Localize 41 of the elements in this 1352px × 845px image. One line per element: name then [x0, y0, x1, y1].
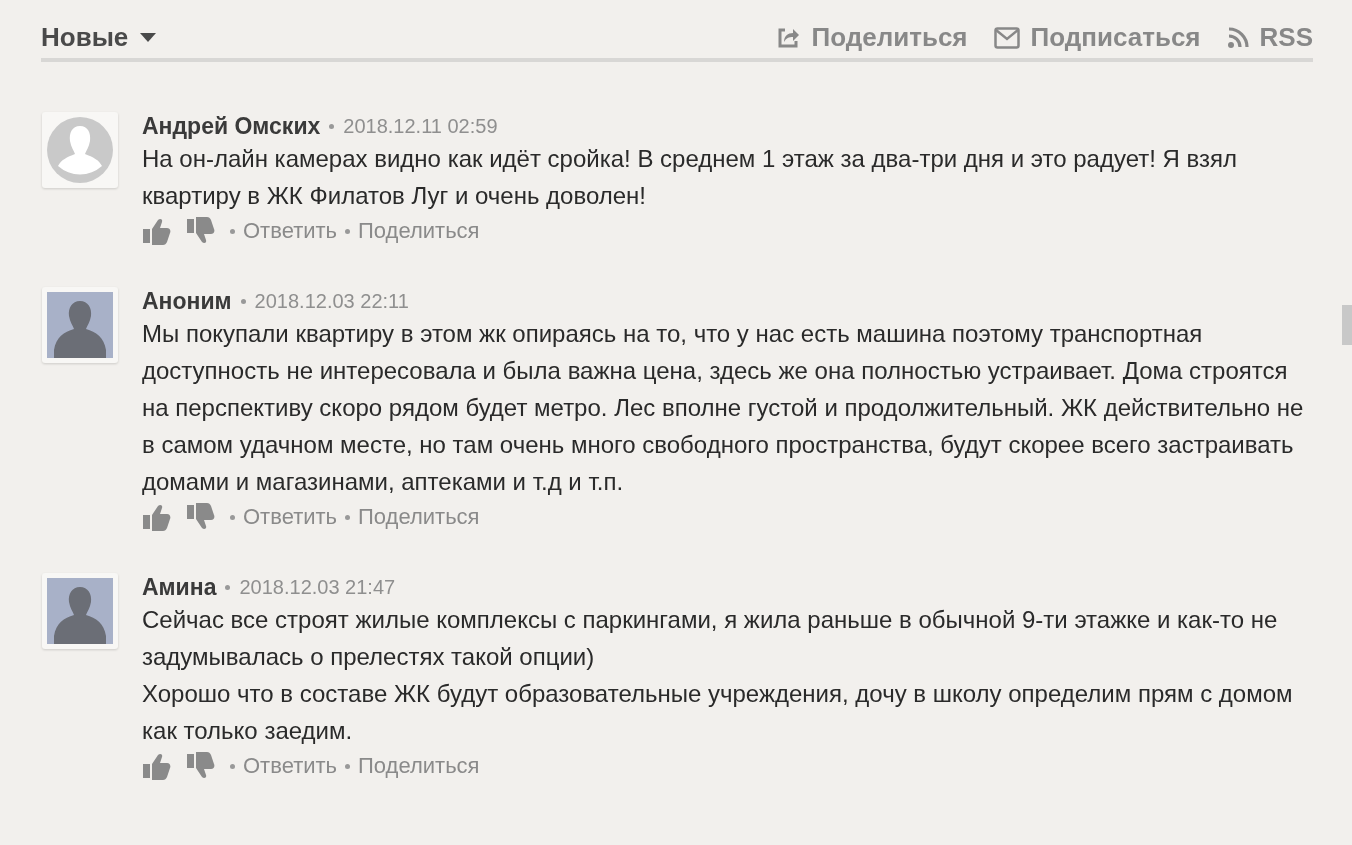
- separator-dot: [230, 763, 235, 769]
- share-link[interactable]: Поделиться: [358, 504, 480, 530]
- rss-link[interactable]: RSS: [1226, 22, 1313, 53]
- sort-dropdown[interactable]: Новые: [41, 22, 157, 53]
- separator-dot: [345, 228, 351, 234]
- share-link[interactable]: Поделиться: [358, 218, 480, 244]
- separator-dot: [345, 514, 351, 520]
- thumbs-up-icon[interactable]: [142, 217, 172, 245]
- comment-date[interactable]: 2018.12.11 02:59: [343, 112, 498, 140]
- comment-text: Мы покупали квартиру в этом жк опираясь на то, что у нас есть машина поэтому транспортная доступность не интересовала и была важна цена, здесь же она полностью устраивает. Дома строятся на перспективу скоро рядом будет метро. Лес вполне густой и продолжительный. ЖК действительно не в самом удачном месте, но там очень много свободного пространства, будут скорее всего застраивать домами и магазинами, аптеками и т.д и т.п.: [142, 319, 1305, 497]
- rss-icon: [1226, 26, 1249, 49]
- comment-text: Хорошо что в составе ЖК будут образовательные учреждения, дочу в школу определим прям с домом как только заедим.: [142, 679, 1294, 746]
- separator-dot: [329, 123, 335, 129]
- separator-dot: [230, 514, 235, 520]
- comment-text: Сейчас все строят жилые комплексы с паркингами, я жила раньше в обычной 9-ти этажке и как-то не задумывалась о прелестях такой опции): [142, 605, 1279, 672]
- share-link[interactable]: Поделиться: [358, 753, 480, 779]
- reply-link[interactable]: Ответить: [243, 504, 338, 530]
- separator-dot: [240, 298, 246, 304]
- separator-dot: [230, 228, 235, 234]
- share-link[interactable]: Поделиться: [776, 22, 968, 53]
- avatar-icon[interactable]: [42, 287, 118, 363]
- author-name[interactable]: Амина: [142, 573, 217, 601]
- thumbs-down-icon[interactable]: [186, 217, 216, 245]
- thumbs-down-icon[interactable]: [186, 503, 216, 531]
- scrollbar-thumb[interactable]: [1342, 305, 1352, 345]
- separator-dot: [225, 584, 231, 590]
- comment-date[interactable]: 2018.12.03 21:47: [239, 573, 396, 601]
- caret-icon: [140, 33, 157, 42]
- author-name[interactable]: Андрей Омских: [142, 112, 321, 140]
- avatar-icon[interactable]: [42, 573, 118, 649]
- envelope-icon: [993, 26, 1020, 49]
- reply-link[interactable]: Ответить: [243, 218, 338, 244]
- reply-link[interactable]: Ответить: [243, 753, 338, 779]
- separator-dot: [345, 763, 351, 769]
- thumbs-up-icon[interactable]: [142, 503, 172, 531]
- thumbs-up-icon[interactable]: [142, 752, 172, 780]
- subscribe-link[interactable]: Подписаться: [993, 22, 1201, 53]
- author-name[interactable]: Аноним: [142, 287, 232, 315]
- thumbs-down-icon[interactable]: [186, 752, 216, 780]
- comment-date[interactable]: 2018.12.03 22:11: [254, 287, 409, 315]
- comment-text: На он-лайн камерах видно как идёт сройка! В среднем 1 этаж за два-три дня и это радует! Я взял квартиру в ЖК Филатов Луг и очень доволен!: [142, 144, 1239, 211]
